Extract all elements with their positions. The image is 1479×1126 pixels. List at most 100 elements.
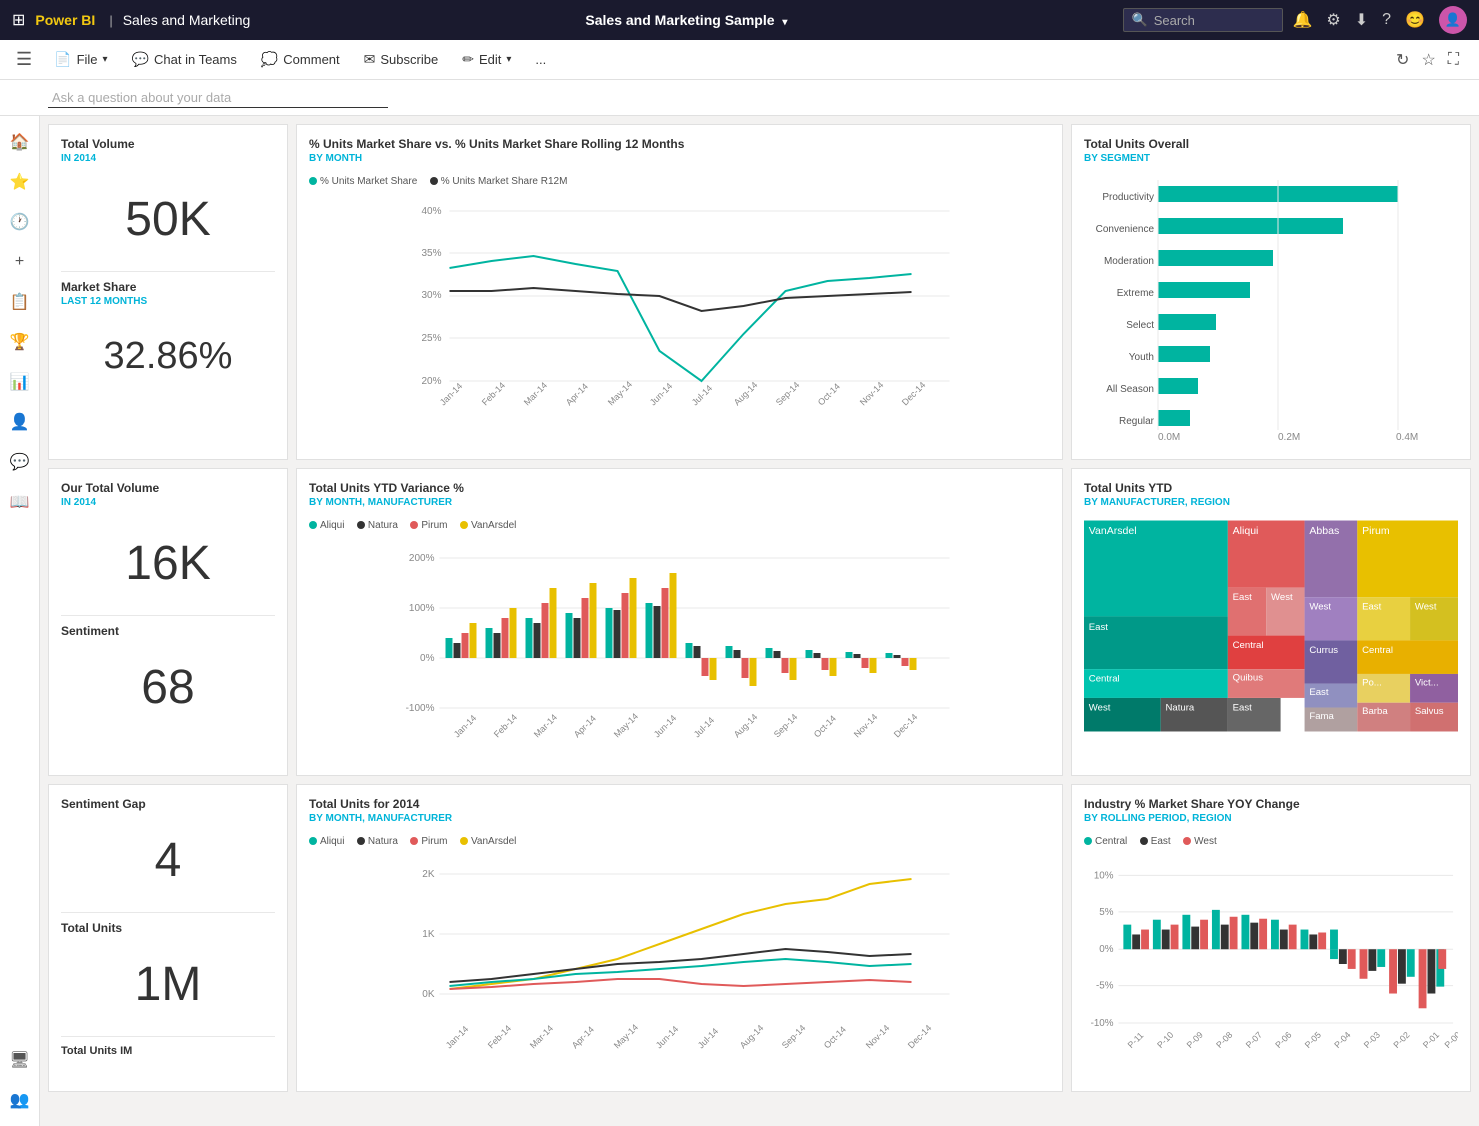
market-share-title: Market Share [61,280,275,294]
dashboard-grid: Total Volume IN 2014 50K Market Share LA… [48,124,1471,1092]
sidebar-item-browse[interactable]: 📋 [2,284,38,320]
svg-text:0.4M: 0.4M [1396,432,1418,442]
svg-text:P-06: P-06 [1273,1030,1293,1050]
legend2-pirum: Pirum [410,836,447,847]
card-total-volume: Total Volume IN 2014 50K Market Share LA… [48,124,288,460]
comment-icon: 💭 [261,51,278,68]
top-nav-icons: 🔔 ⚙ ⬇ ? 😊 👤 [1293,6,1468,34]
svg-text:West: West [1271,592,1293,603]
svg-text:P-03: P-03 [1362,1030,1382,1050]
help-icon[interactable]: ? [1382,11,1391,29]
market-share-value: 32.86% [61,315,275,398]
svg-text:Regular: Regular [1119,416,1155,427]
svg-text:-5%: -5% [1096,981,1114,992]
notifications-icon[interactable]: 🔔 [1293,10,1313,30]
sidebar-item-goals[interactable]: 🏆 [2,324,38,360]
line-chart-title: % Units Market Share vs. % Units Market … [309,137,1050,151]
subscribe-icon: ✉ [364,51,376,68]
qa-input[interactable] [48,88,388,108]
total-units-im-title: Total Units IM [61,1045,275,1057]
refresh-icon[interactable]: ↻ [1392,46,1413,74]
fullscreen-icon[interactable]: ⛶ [1444,47,1463,73]
more-button[interactable]: ... [525,48,556,71]
search-icon: 🔍 [1132,12,1148,28]
svg-text:200%: 200% [409,553,435,564]
sidebar-item-monitor[interactable]: 🖥 [2,1042,38,1078]
sidebar-item-create[interactable]: + [2,244,38,280]
search-box[interactable]: 🔍 [1123,8,1283,32]
svg-text:Feb-14: Feb-14 [480,380,507,407]
brand-logo: Power BI [35,12,95,28]
svg-text:Aliqui: Aliqui [1233,525,1259,537]
treemap-svg: VanArsdel East Central West Natura [1084,516,1458,736]
svg-text:Pirum: Pirum [1362,525,1390,537]
emoji-icon[interactable]: 😊 [1405,10,1425,30]
legend2-aliqui: Aliqui [309,836,344,847]
search-input[interactable] [1154,13,1274,28]
line-chart-subtitle: BY MONTH [309,153,1050,164]
svg-text:Po...: Po... [1362,677,1382,688]
svg-text:All Season: All Season [1106,384,1154,395]
svg-text:Jun-14: Jun-14 [654,1024,681,1051]
menu-icon[interactable]: ☰ [8,45,40,74]
svg-text:Fama: Fama [1309,711,1334,722]
edit-icon: ✏ [462,51,474,68]
sidebar-item-home[interactable]: 🏠 [2,124,38,160]
svg-text:Central: Central [1233,640,1264,651]
card-market-share-line: % Units Market Share vs. % Units Market … [296,124,1063,460]
svg-text:May-14: May-14 [612,1022,640,1050]
svg-text:West: West [1309,602,1331,613]
svg-text:Abbas: Abbas [1309,525,1339,537]
svg-text:Jan-14: Jan-14 [438,381,465,408]
subscribe-button[interactable]: ✉ Subscribe [354,47,449,72]
download-icon[interactable]: ⬇ [1355,10,1368,30]
sidebar-item-favorites[interactable]: ⭐ [2,164,38,200]
edit-button[interactable]: ✏ Edit ▾ [452,47,521,72]
svg-text:0%: 0% [1099,944,1113,955]
legend3-east: East [1140,836,1171,847]
legend2-natura: Natura [357,836,398,847]
sidebar-item-people[interactable]: 👤 [2,404,38,440]
ytd-treemap-subtitle: BY MANUFACTURER, REGION [1084,497,1458,508]
svg-text:West: West [1089,702,1111,713]
section-title[interactable]: Sales and Marketing [123,12,251,28]
total-volume-subtitle: IN 2014 [61,153,275,164]
sidebar-item-chat[interactable]: 💬 [2,444,38,480]
top-navigation: ⊞ Power BI | Sales and Marketing Sales a… [0,0,1479,40]
chevron-down-icon[interactable]: ▾ [782,17,787,28]
app-grid-icon[interactable]: ⊞ [12,10,25,30]
svg-text:Dec-14: Dec-14 [900,380,928,408]
sidebar-item-workspace[interactable]: 👥 [2,1082,38,1118]
legend-item-ms: % Units Market Share [309,176,417,187]
sidebar-item-learn[interactable]: 📖 [2,484,38,520]
svg-text:Jan-14: Jan-14 [452,713,479,740]
ytd-variance-svg: 200% 100% 0% -100% [309,538,1050,758]
svg-text:Productivity: Productivity [1102,192,1154,203]
chat-button[interactable]: 💬 Chat in Teams [122,47,247,72]
industry-subtitle: BY ROLLING PERIOD, REGION [1084,813,1458,824]
svg-text:May-14: May-14 [612,711,640,739]
svg-text:Jun-14: Jun-14 [652,713,679,740]
svg-text:VanArsdel: VanArsdel [1089,525,1137,537]
sidebar-item-reports[interactable]: 📊 [2,364,38,400]
svg-text:Mar-14: Mar-14 [528,1023,555,1050]
file-icon: 📄 [54,51,71,68]
settings-icon[interactable]: ⚙ [1326,10,1340,30]
svg-text:40%: 40% [422,206,442,217]
legend2-vanarsdel: VanArsdel [460,836,516,847]
svg-text:Quibus: Quibus [1233,673,1264,684]
bookmark-icon[interactable]: ☆ [1417,46,1439,74]
file-button[interactable]: 📄 File ▾ [44,47,117,72]
svg-text:Barba: Barba [1362,706,1388,717]
svg-text:P-07: P-07 [1244,1030,1264,1050]
comment-button[interactable]: 💭 Comment [251,47,350,72]
legend-aliqui: Aliqui [309,520,344,531]
treemap: VanArsdel East Central West Natura [1084,516,1458,736]
teams-icon: 💬 [132,51,149,68]
user-avatar[interactable]: 👤 [1439,6,1467,34]
svg-text:West: West [1415,602,1437,613]
total-2014-subtitle: BY MONTH, MANUFACTURER [309,813,1050,824]
nav-separator: | [109,13,112,28]
sidebar-item-recents[interactable]: 🕐 [2,204,38,240]
svg-text:0%: 0% [420,653,435,664]
